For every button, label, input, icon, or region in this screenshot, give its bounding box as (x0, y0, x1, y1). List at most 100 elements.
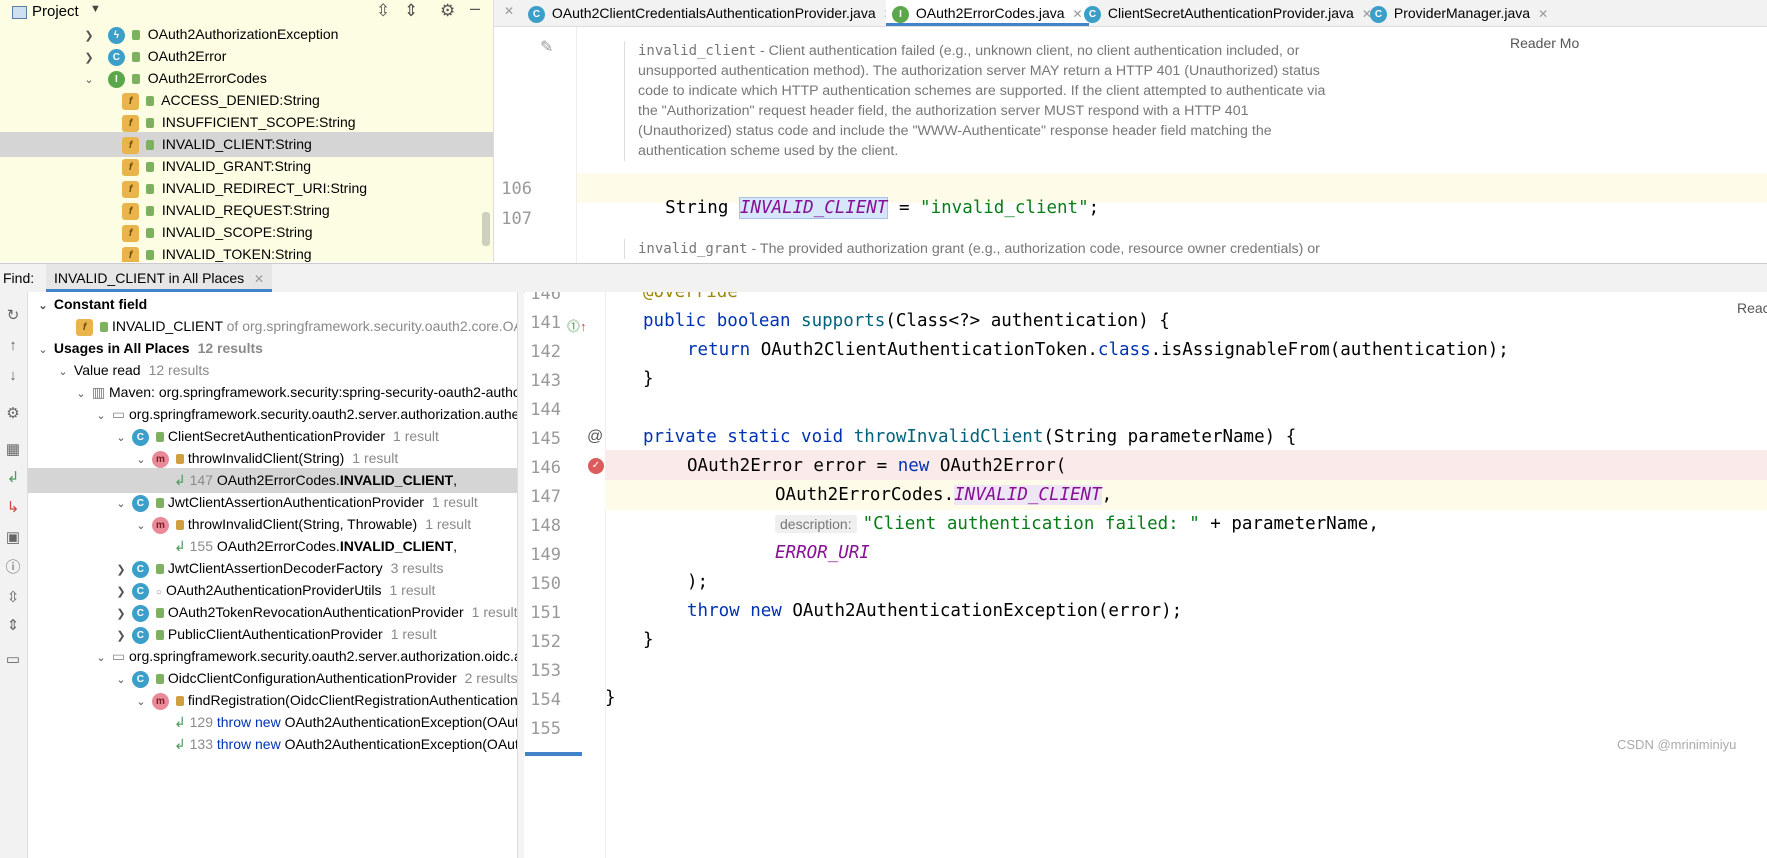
close-icon[interactable]: ✕ (504, 4, 514, 18)
class-icon: C (1370, 5, 1387, 23)
line-number: 143 (530, 371, 561, 391)
tree-item-label: OAuth2AuthorizationException (147, 26, 339, 42)
arrow-down-icon[interactable]: ↓ (3, 366, 23, 386)
line-number: 144 (530, 400, 561, 420)
line-number: 107 (501, 209, 532, 229)
lock-icon (146, 206, 154, 217)
rerun-icon[interactable]: ↻ (3, 306, 23, 326)
line-number: 148 (530, 516, 561, 536)
line-number: 149 (530, 545, 561, 565)
group-by-icon[interactable]: ▦ (3, 440, 23, 460)
class-icon: C (107, 48, 125, 66)
tree-item-label: INVALID_CLIENT:String (161, 136, 312, 152)
arrow-up-icon[interactable]: ↑ (3, 336, 23, 356)
code-line: description: "Client authentication faile… (775, 514, 1379, 534)
tab-label: OAuth2ClientCredentialsAuthenticationPro… (551, 5, 876, 21)
parameter-hint: description: (775, 515, 857, 533)
code-line: ); (687, 572, 709, 592)
project-title[interactable]: Project (32, 3, 79, 20)
lock-icon (131, 30, 140, 41)
close-icon[interactable]: ✕ (254, 272, 264, 286)
tab-label: ProviderManager.java (1393, 5, 1531, 21)
field-icon: f (122, 158, 139, 176)
find-tab-label: INVALID_CLIENT in All Places (54, 270, 245, 286)
annotation-icon: @ (587, 428, 604, 445)
line-number: 146 (530, 292, 561, 304)
edit-icon[interactable]: ✎ (540, 37, 553, 57)
code-line: return OAuth2ClientAuthenticationToken.c… (687, 340, 1509, 360)
doc-term: invalid_client (638, 43, 757, 59)
panel-splitter[interactable] (517, 292, 524, 858)
method-icon: m (151, 516, 169, 534)
reader-mode-button[interactable]: Reac (1737, 300, 1767, 316)
line-number: 151 (530, 603, 561, 623)
lock-icon (146, 96, 154, 107)
tab-find-results[interactable]: INVALID_CLIENT in All Places ✕ (46, 264, 273, 292)
top-editor[interactable]: ✎ Reader Mo invalid_client - Client auth… (494, 27, 1767, 263)
tree-item[interactable]: f INVALID_TOKEN:String (0, 242, 493, 262)
lock-icon (175, 696, 184, 707)
breakpoint-icon[interactable]: ✓ (588, 458, 604, 474)
code-line: @Override (643, 292, 738, 302)
collapse-all-icon[interactable]: ⇕ (3, 616, 23, 636)
read-access-icon[interactable]: ↲ (3, 468, 23, 488)
group-by-package-icon[interactable]: ▣ (3, 528, 23, 548)
collapse-all-icon[interactable]: ⇕ (404, 1, 418, 21)
find-results-tree: ⌄ Constant field f INVALID_CLIENT of org.… (28, 292, 524, 858)
field-icon: f (122, 136, 139, 154)
close-icon[interactable]: ✕ (1538, 7, 1548, 21)
tab-label: OAuth2ErrorCodes.java (915, 5, 1065, 21)
project-view-icon (12, 6, 27, 19)
tree-item-label: INVALID_SCOPE:String (161, 224, 313, 240)
implements-method-icon[interactable]: ⓵↑ (567, 316, 587, 335)
watermark: CSDN @mriniminiyu (1617, 737, 1737, 752)
lock-icon (146, 184, 154, 195)
code-line: OAuth2ErrorCodes.INVALID_CLIENT, (775, 485, 1113, 505)
lock-icon (146, 250, 154, 261)
tree-item-label: INVALID_REDIRECT_URI:String (161, 180, 368, 196)
gear-icon[interactable]: ⚙ (3, 404, 23, 424)
line-number: 145 (530, 429, 561, 449)
tree-item-label: INSUFFICIENT_SCOPE:String (161, 114, 356, 130)
code-line: throw new OAuth2AuthenticationException(… (687, 601, 1183, 621)
line-number: 141 (530, 313, 561, 333)
lock-icon (155, 630, 164, 641)
exception-class-icon: ϟ (107, 26, 125, 44)
field-icon: f (76, 318, 93, 336)
minimize-icon[interactable]: – (470, 0, 480, 19)
lock-icon (100, 322, 108, 333)
usage-row[interactable]: ↲ 133 throw new OAuth2AuthenticationExce… (28, 732, 524, 757)
expand-all-icon[interactable]: ⇳ (376, 1, 390, 21)
tab-oauth2-error-codes[interactable]: I OAuth2ErrorCodes.java ✕ (886, 0, 1089, 26)
line-number: 155 (530, 719, 561, 739)
line-number: 152 (530, 632, 561, 652)
expand-all-icon[interactable]: ⇳ (3, 588, 23, 608)
scrollbar-thumb[interactable] (482, 212, 490, 246)
chevron-down-icon[interactable]: ▼ (90, 3, 101, 15)
editor-tab-bar: ✕ C OAuth2ClientCredentialsAuthenticatio… (494, 0, 1767, 27)
tab-oauth2-client-credentials[interactable]: C OAuth2ClientCredentialsAuthenticationP… (528, 0, 894, 26)
doc-term: invalid_grant (638, 241, 748, 257)
lock-icon (155, 498, 164, 509)
code-line: private static void throwInvalidClient(S… (643, 427, 1297, 447)
preview-icon[interactable]: ▭ (3, 650, 23, 670)
tree-item-label: INVALID_TOKEN:String (161, 246, 312, 262)
interface-icon: I (892, 5, 909, 23)
line-number: 147 (530, 487, 561, 507)
read-access-icon: ↲ (174, 714, 186, 730)
tab-client-secret-auth-provider[interactable]: C ClientSecretAuthenticationProvider.jav… (1084, 0, 1372, 26)
horizontal-scrollbar[interactable] (525, 752, 582, 756)
line-number: 150 (530, 574, 561, 594)
find-toolbar: ↻ ↑ ↓ ⚙ ▦ ↲ ↳ ▣ ⓘ ⇳ ⇕ ▭ (0, 292, 28, 858)
write-access-icon[interactable]: ↳ (3, 498, 23, 518)
tab-provider-manager[interactable]: C ProviderManager.java ✕ (1370, 0, 1548, 26)
preview-editor[interactable]: Reac 146 141 142 143 144 145 146 147 148… (525, 292, 1767, 858)
field-icon: f (122, 202, 139, 220)
lock-icon (155, 564, 164, 575)
field-icon: f (122, 92, 139, 110)
find-label: Find: (3, 270, 35, 286)
info-icon[interactable]: ⓘ (3, 558, 23, 578)
project-panel: Project ▼ ⇳ ⇕ ⚙ – ❯ ϟ OAuth2Authorizatio… (0, 0, 494, 262)
gear-icon[interactable]: ⚙ (440, 1, 455, 21)
close-icon[interactable]: ✕ (1073, 7, 1083, 21)
